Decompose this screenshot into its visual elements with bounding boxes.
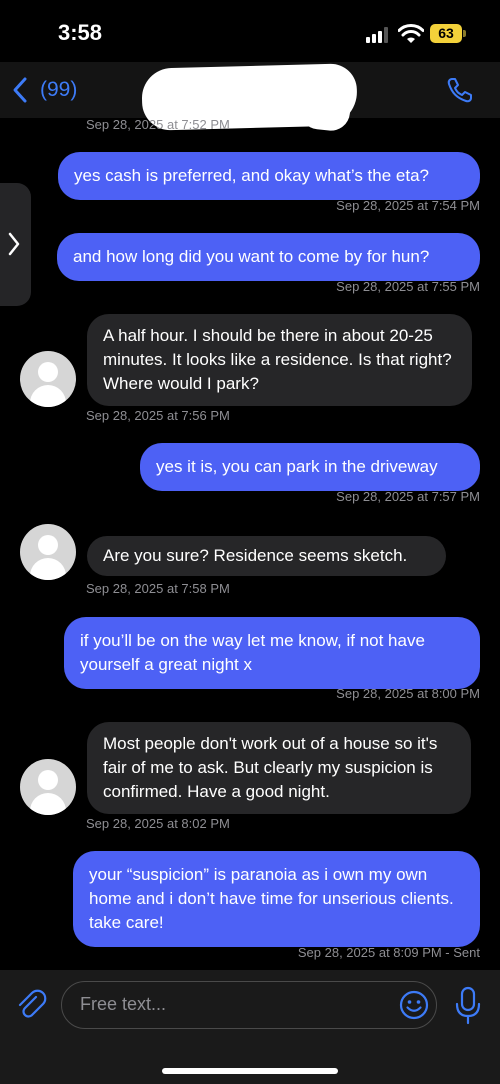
contact-avatar[interactable]: [20, 759, 76, 815]
incoming-message[interactable]: Most people don't work out of a house so…: [87, 722, 471, 814]
message-input-placeholder: Free text...: [80, 994, 167, 1014]
avatar-placeholder-icon: [38, 362, 58, 382]
microphone-icon[interactable]: [454, 986, 482, 1026]
emoji-icon[interactable]: [398, 989, 430, 1021]
contact-avatar[interactable]: [20, 524, 76, 580]
outgoing-message[interactable]: if you’ll be on the way let me know, if …: [64, 617, 480, 689]
message-text: yes cash is preferred, and okay what’s t…: [74, 166, 429, 185]
message-text: A half hour. I should be there in about …: [103, 326, 452, 393]
message-text: and how long did you want to come by for…: [73, 247, 430, 266]
message-text: if you’ll be on the way let me know, if …: [80, 631, 425, 674]
contact-avatar[interactable]: [20, 351, 76, 407]
side-panel-handle[interactable]: [0, 183, 31, 306]
message-composer: Free text...: [0, 970, 500, 1084]
back-chevron-icon[interactable]: [10, 76, 30, 104]
message-timestamp: Sep 28, 2025 at 8:00 PM: [336, 686, 480, 701]
message-timestamp: Sep 28, 2025 at 7:56 PM: [86, 408, 230, 423]
wifi-icon: [398, 24, 424, 43]
message-timestamp: Sep 28, 2025 at 8:09 PM - Sent: [297, 945, 480, 960]
message-text: yes it is, you can park in the driveway: [156, 457, 438, 476]
message-timestamp: Sep 28, 2025 at 7:57 PM: [336, 489, 480, 504]
side-handle-chevron-icon: [8, 232, 20, 256]
message-input[interactable]: Free text...: [61, 981, 437, 1029]
outgoing-message[interactable]: yes cash is preferred, and okay what’s t…: [58, 152, 480, 200]
status-bar: 3:58 63: [0, 0, 500, 62]
battery-tip: [463, 30, 466, 37]
message-timestamp: Sep 28, 2025 at 7:52 PM: [86, 117, 230, 132]
outgoing-message[interactable]: yes it is, you can park in the driveway: [140, 443, 480, 491]
avatar-placeholder-icon: [38, 770, 58, 790]
message-timestamp: Sep 28, 2025 at 7:55 PM: [336, 279, 480, 294]
avatar-placeholder-icon: [38, 535, 58, 555]
phone-icon[interactable]: [446, 76, 474, 104]
battery-indicator: 63: [430, 24, 462, 43]
status-time: 3:58: [58, 20, 103, 45]
back-button-count[interactable]: (99): [40, 78, 77, 102]
message-timestamp: Sep 28, 2025 at 8:02 PM: [86, 816, 230, 831]
home-indicator: [162, 1068, 338, 1074]
message-text: your “suspicion” is paranoia as i own my…: [89, 865, 454, 932]
signal-icon: [366, 27, 392, 43]
message-text: Most people don't work out of a house so…: [103, 734, 438, 801]
message-text: Are you sure? Residence seems sketch.: [103, 546, 408, 565]
outgoing-message[interactable]: and how long did you want to come by for…: [57, 233, 480, 281]
outgoing-message[interactable]: your “suspicion” is paranoia as i own my…: [73, 851, 480, 947]
incoming-message[interactable]: Are you sure? Residence seems sketch.: [87, 536, 446, 576]
message-timestamp: Sep 28, 2025 at 7:54 PM: [336, 198, 480, 213]
paperclip-icon[interactable]: [14, 988, 48, 1022]
incoming-message[interactable]: A half hour. I should be there in about …: [87, 314, 472, 406]
conversation-header: (99): [0, 62, 500, 133]
message-timestamp: Sep 28, 2025 at 7:58 PM: [86, 581, 230, 596]
